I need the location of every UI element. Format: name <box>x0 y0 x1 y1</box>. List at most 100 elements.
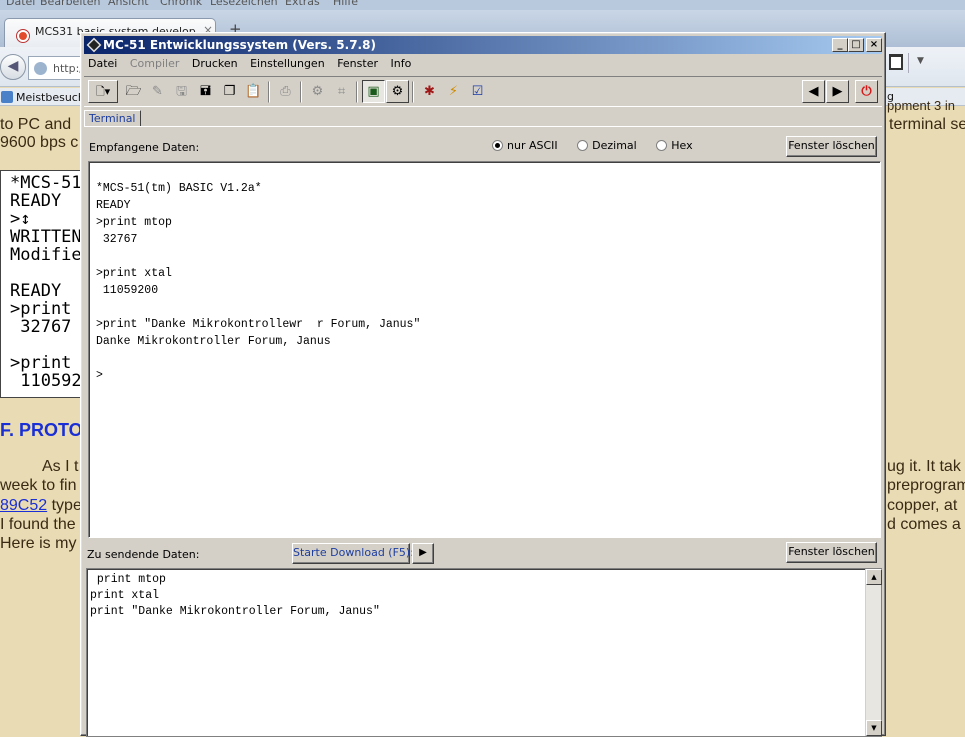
page-text: ppment 3 in <box>887 98 955 113</box>
title-bar[interactable]: MC-51 Entwicklungssystem (Vers. 5.7.8) _… <box>84 36 882 54</box>
save-all-icon[interactable]: 🖬 <box>194 80 217 103</box>
radio-checked-icon <box>492 140 503 151</box>
bookmark-folder-icon <box>1 91 13 103</box>
menu-drucken[interactable]: Drucken <box>188 55 243 70</box>
close-button[interactable]: × <box>866 38 882 52</box>
page-text: 9600 bps c <box>0 134 79 151</box>
maximize-button[interactable]: □ <box>848 38 864 52</box>
radio-hex[interactable]: Hex <box>656 139 693 152</box>
send-scrollbar[interactable]: ▲ ▼ <box>865 569 882 736</box>
browser-menu-item[interactable]: Lesezeichen <box>210 0 278 8</box>
verify-icon[interactable]: ☑ <box>466 80 489 103</box>
favicon-icon <box>17 30 29 42</box>
assemble-icon[interactable]: ⌗ <box>330 80 353 103</box>
menu-info[interactable]: Info <box>387 55 417 70</box>
print-icon[interactable]: ⎙ <box>274 80 297 103</box>
page-text-rest: type <box>47 497 82 514</box>
page-text: preprogram <box>887 477 965 494</box>
tab-strip: Terminal <box>84 109 882 127</box>
receive-text: *MCS-51(tm) BASIC V1.2a* READY >print mt… <box>96 182 421 382</box>
radio-label: nur ASCII <box>507 139 558 152</box>
send-text: print mtop print xtal print "Danke Mikro… <box>90 573 380 618</box>
window-title: MC-51 Entwicklungssystem (Vers. 5.7.8) <box>103 38 376 52</box>
send-label: Zu sendende Daten: <box>87 548 200 561</box>
radio-ascii[interactable]: nur ASCII <box>492 139 558 152</box>
app-window: MC-51 Entwicklungssystem (Vers. 5.7.8) _… <box>80 32 886 737</box>
browser-menubar: Datei Bearbeiten Ansicht Chronik Lesezei… <box>0 0 965 10</box>
page-text: As I t <box>42 458 79 475</box>
url-text: http:/ <box>53 62 83 75</box>
menu-datei[interactable]: Datei <box>84 55 122 70</box>
page-link[interactable]: 89C52 <box>0 497 47 514</box>
browser-menu-item[interactable]: Datei <box>6 0 35 8</box>
toolbar: 🗋▾ 🗁 ✎ 🖫 🖬 ❐ 📋 ⎙ ⚙ ⌗ ▣ ⚙ ✱ ⚡ ☑ ◀ ▶ ⏻ <box>84 76 882 107</box>
send-input[interactable]: print mtop print xtal print "Danke Mikro… <box>86 568 882 737</box>
page-text: Here is my <box>0 535 77 552</box>
toolbar-separator <box>356 81 358 103</box>
page-text: ug it. It tak <box>887 458 961 475</box>
display-mode-group: nur ASCII Dezimal Hex <box>492 139 709 152</box>
previous-icon[interactable]: ◀ <box>802 80 825 103</box>
debug-icon[interactable]: ✱ <box>418 80 441 103</box>
edit-icon[interactable]: ✎ <box>146 80 169 103</box>
page-text: d comes a <box>887 516 961 533</box>
play-icon[interactable]: ▶ <box>412 543 434 564</box>
browser-menu-item[interactable]: Bearbeiten <box>40 0 100 8</box>
new-file-icon[interactable]: 🗋▾ <box>88 80 118 103</box>
terminal-icon[interactable]: ▣ <box>362 80 385 103</box>
receive-label: Empfangene Daten: <box>89 141 200 154</box>
paste-icon[interactable]: 📋 <box>242 80 265 103</box>
menu-bar: Datei Compiler Drucken Einstellungen Fen… <box>84 55 882 74</box>
menu-einstellungen[interactable]: Einstellungen <box>246 55 330 70</box>
radio-unchecked-icon <box>656 140 668 151</box>
radio-label: Hex <box>671 139 693 152</box>
toolbar-separator <box>412 81 414 103</box>
save-icon[interactable]: 🖫 <box>170 80 193 103</box>
globe-icon <box>34 62 47 75</box>
page-text: terminal se <box>889 116 965 133</box>
radio-unchecked-icon <box>577 140 589 151</box>
page-text: 89C52 type <box>0 497 82 515</box>
page-text: copper, at <box>887 497 958 514</box>
flash-icon[interactable]: ⚡ <box>442 80 465 103</box>
page-code-box: *MCS-51 READY >↕ WRITTEN Modifie READY >… <box>0 170 82 398</box>
clear-receive-button[interactable]: Fenster löschen <box>786 136 877 157</box>
menu-fenster[interactable]: Fenster <box>333 55 383 70</box>
settings-icon[interactable]: ⚙ <box>386 80 409 103</box>
page-code-text: *MCS-51 READY >↕ WRITTEN Modifie READY >… <box>10 173 82 391</box>
browser-menu-item[interactable]: Chronik <box>160 0 202 8</box>
radio-dezimal[interactable]: Dezimal <box>577 139 637 152</box>
page-heading: F. PROTO <box>0 420 83 440</box>
power-icon[interactable]: ⏻ <box>855 80 878 103</box>
receive-header: Empfangene Daten: nur ASCII Dezimal Hex … <box>85 133 881 159</box>
chevron-down-icon[interactable]: ▼ <box>917 56 924 66</box>
chip-icon <box>86 37 102 53</box>
radio-label: Dezimal <box>592 139 637 152</box>
back-arrow-icon[interactable]: ◀ <box>0 54 26 80</box>
bookmark-most-visited[interactable]: Meistbesucht <box>16 91 89 104</box>
toolbar-separator <box>268 81 270 103</box>
toolbar-separator <box>300 81 302 103</box>
scroll-up-icon[interactable]: ▲ <box>866 569 882 585</box>
send-header: Zu sendende Daten: Starte Download (F5):… <box>85 541 881 565</box>
clipboard-icon[interactable] <box>889 54 903 70</box>
browser-menu-item[interactable]: Hilfe <box>333 0 358 8</box>
toolbar-separator <box>908 53 909 73</box>
url-bar[interactable]: http:/ <box>28 56 88 80</box>
copy-icon[interactable]: ❐ <box>218 80 241 103</box>
clear-send-button[interactable]: Fenster löschen <box>786 542 877 563</box>
open-file-icon[interactable]: 🗁 <box>122 80 145 103</box>
page-text: to PC and <box>0 116 72 133</box>
minimize-button[interactable]: _ <box>832 38 848 52</box>
browser-menu-item[interactable]: Extras <box>285 0 320 8</box>
start-download-button[interactable]: Starte Download (F5): <box>292 543 414 564</box>
page-text: week to fin <box>0 477 77 494</box>
next-icon[interactable]: ▶ <box>826 80 849 103</box>
scroll-down-icon[interactable]: ▼ <box>866 720 882 736</box>
receive-output[interactable]: *MCS-51(tm) BASIC V1.2a* READY >print mt… <box>88 161 881 538</box>
menu-compiler[interactable]: Compiler <box>126 55 185 70</box>
compile-icon[interactable]: ⚙ <box>306 80 329 103</box>
page-text: I found the <box>0 516 76 533</box>
browser-menu-item[interactable]: Ansicht <box>108 0 149 8</box>
tab-terminal[interactable]: Terminal <box>84 110 141 126</box>
